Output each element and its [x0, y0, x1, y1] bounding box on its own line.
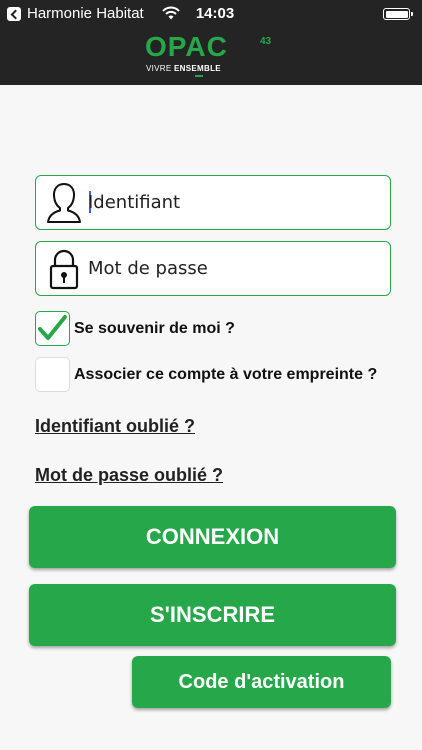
fingerprint-label[interactable]: Associer ce compte à votre empreinte ? — [74, 366, 377, 384]
remember-me-checkbox[interactable] — [35, 311, 70, 346]
user-icon — [44, 181, 84, 225]
logo-number: 43 — [260, 36, 272, 47]
logo-tagline-bold: ENSEMBLE — [174, 64, 221, 73]
status-time: 14:03 — [195, 5, 235, 22]
forgot-username-link[interactable]: Identifiant oublié ? — [35, 416, 195, 437]
logo-text: OPAC — [145, 31, 228, 62]
app-header: Harmonie Habitat 14:03 OPAC 43 VIVRE ENS… — [0, 0, 422, 85]
register-button[interactable]: S'INSCRIRE — [29, 584, 396, 646]
wifi-icon — [162, 6, 180, 24]
login-button[interactable]: CONNEXION — [29, 506, 396, 568]
lock-icon — [44, 247, 84, 291]
battery-icon — [383, 8, 413, 20]
opac-logo: OPAC 43 VIVRE ENSEMBLE — [143, 32, 283, 78]
forgot-password-link[interactable]: Mot de passe oublié ? — [35, 465, 223, 486]
checkmark-icon — [37, 314, 67, 340]
logo-dash — [195, 75, 203, 77]
username-field[interactable]: Identifiant — [35, 175, 391, 230]
logo-tagline-light: VIVRE — [146, 64, 172, 73]
fingerprint-checkbox[interactable] — [35, 357, 70, 392]
password-placeholder: Mot de passe — [88, 258, 208, 279]
back-to-app-icon[interactable] — [7, 7, 21, 21]
status-bar: Harmonie Habitat 14:03 — [0, 0, 422, 28]
password-field[interactable]: Mot de passe — [35, 241, 391, 296]
status-carrier[interactable]: Harmonie Habitat — [27, 5, 144, 22]
username-placeholder: Identifiant — [88, 192, 181, 213]
activation-code-button[interactable]: Code d'activation — [132, 656, 391, 708]
remember-me-label[interactable]: Se souvenir de moi ? — [74, 320, 235, 338]
logo-tagline: VIVRE ENSEMBLE — [146, 64, 221, 73]
login-screen: Harmonie Habitat 14:03 OPAC 43 VIVRE ENS… — [0, 0, 422, 750]
